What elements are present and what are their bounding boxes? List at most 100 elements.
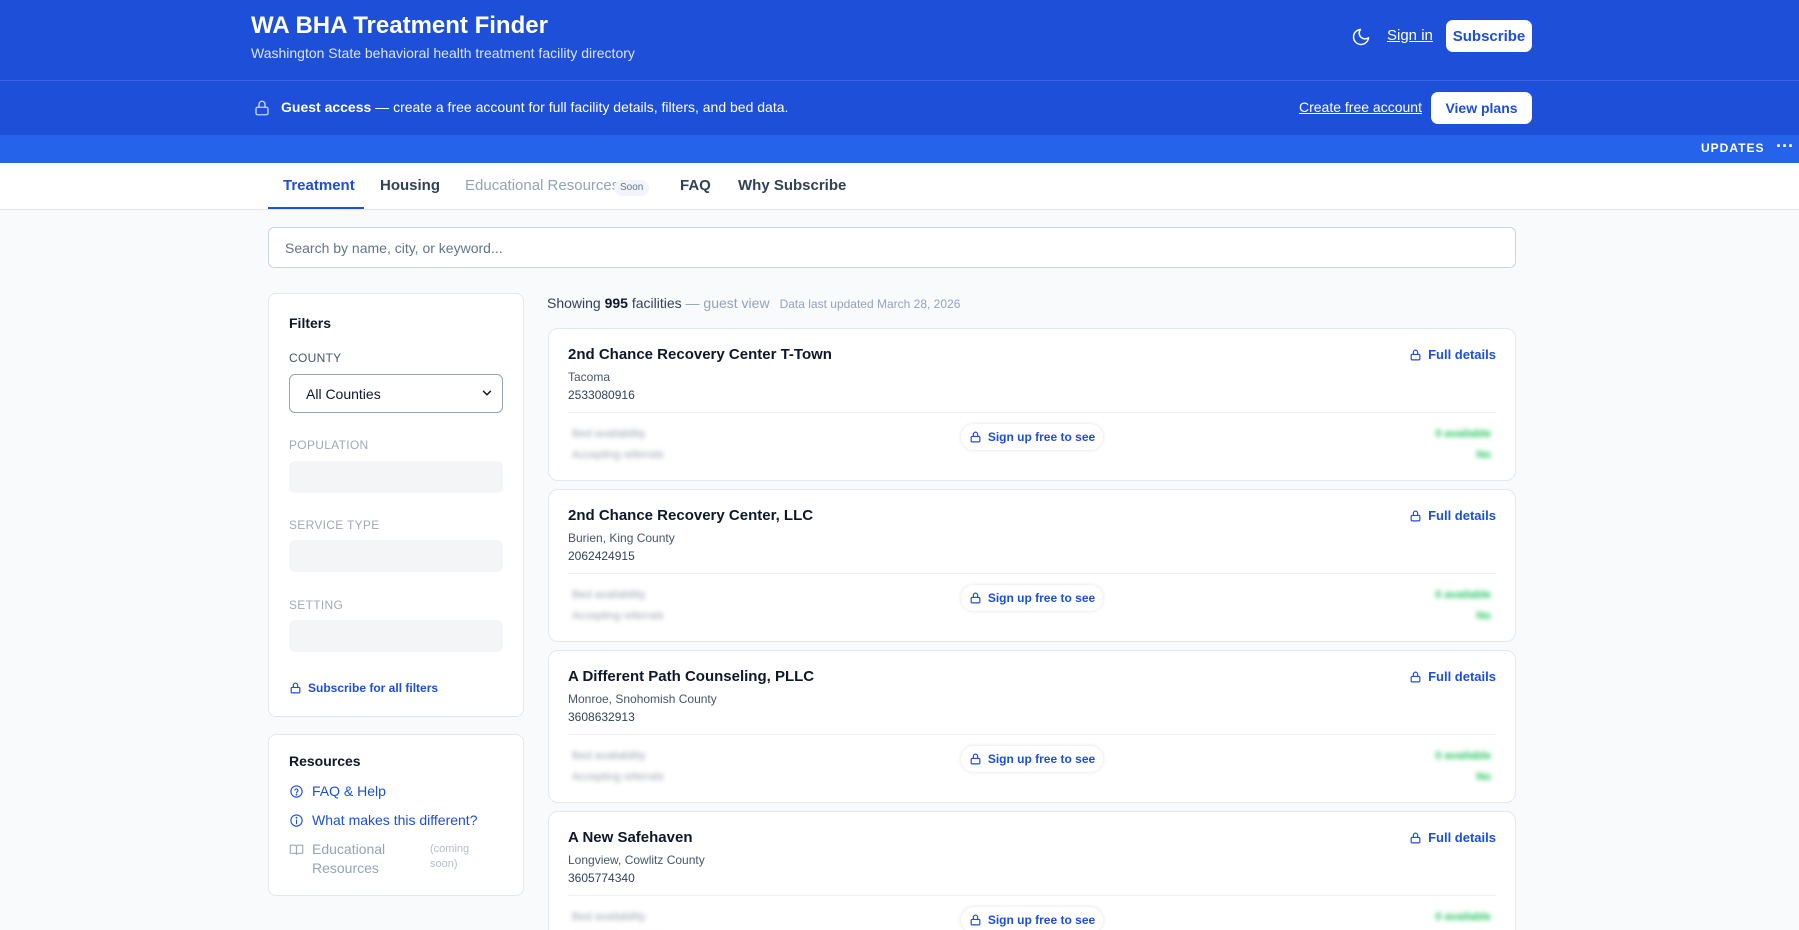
full-details-link[interactable]: Full details	[1409, 508, 1496, 523]
book-icon	[289, 842, 304, 857]
county-label: COUNTY	[289, 351, 342, 365]
full-details-link[interactable]: Full details	[1409, 669, 1496, 684]
lock-icon	[969, 430, 982, 444]
educational-resources-item: Educational Resources (coming soon)	[289, 840, 480, 878]
card-divider	[568, 895, 1496, 896]
county-select-value: All Counties	[306, 385, 381, 402]
tab-housing[interactable]: Housing	[380, 177, 440, 194]
data-updated-label: Data last updated March 28, 2026	[779, 297, 961, 311]
referrals-status-blurred: No	[1476, 771, 1491, 783]
accepting-referrals-blurred: Accepting referrals	[572, 449, 664, 461]
facility-card[interactable]: 2nd Chance Recovery Center T-Town Tacoma 2…	[548, 328, 1516, 481]
educational-resources-label: Educational Resources	[312, 841, 386, 876]
card-divider	[568, 412, 1496, 413]
resources-panel: Resources FAQ & Help What makes this dif…	[268, 734, 524, 896]
facility-card[interactable]: 2nd Chance Recovery Center, LLC Burien, K…	[548, 489, 1516, 642]
guest-access-banner: Guest access — create a free account for…	[0, 80, 1799, 135]
tab-educational-resources[interactable]: Educational Resources	[465, 177, 619, 194]
facility-name[interactable]: 2nd Chance Recovery Center T-Town	[568, 346, 832, 363]
chevron-down-icon	[480, 386, 494, 400]
sign-up-free-label: Sign up free to see	[987, 752, 1096, 766]
sign-up-free-button[interactable]: Sign up free to see	[961, 424, 1103, 450]
accepting-referrals-blurred: Accepting referrals	[572, 610, 664, 622]
available-count-blurred: 0 available	[1435, 589, 1491, 601]
facility-card[interactable]: A Different Path Counseling, PLLC Monroe,…	[548, 650, 1516, 803]
info-icon	[289, 813, 304, 828]
dark-mode-toggle-icon[interactable]	[1351, 27, 1371, 47]
more-options-icon[interactable]: ···	[1776, 136, 1794, 157]
lock-icon	[1409, 348, 1422, 362]
service-type-label: SERVICE TYPE	[289, 518, 380, 532]
tab-why-subscribe[interactable]: Why Subscribe	[738, 177, 846, 194]
facility-phone: 2062424915	[568, 549, 635, 563]
lock-icon	[969, 591, 982, 605]
full-details-label: Full details	[1428, 347, 1496, 362]
facilities-label: facilities	[627, 295, 682, 311]
filters-panel: Filters COUNTY All Counties POPULATION S…	[268, 293, 524, 717]
guest-access-text: Guest access — create a free account for…	[281, 99, 788, 115]
referrals-status-blurred: No	[1476, 449, 1491, 461]
county-select[interactable]: All Counties	[289, 374, 503, 413]
search-input[interactable]	[268, 227, 1516, 268]
bed-availability-blurred: Bed availability	[572, 428, 646, 440]
filters-title: Filters	[289, 315, 332, 331]
lock-icon	[253, 98, 271, 118]
full-details-link[interactable]: Full details	[1409, 347, 1496, 362]
showing-label: Showing	[547, 295, 605, 311]
tab-treatment[interactable]: Treatment	[283, 177, 355, 194]
app-subtitle: Washington State behavioral health treat…	[251, 45, 635, 61]
what-makes-different-label: What makes this different?	[312, 812, 478, 828]
lock-icon	[289, 681, 302, 695]
facility-name[interactable]: 2nd Chance Recovery Center, LLC	[568, 507, 813, 524]
available-count-blurred: 0 available	[1435, 911, 1491, 923]
subscribe-for-all-filters-label: Subscribe for all filters	[308, 681, 439, 695]
lock-icon	[1409, 509, 1422, 523]
subscribe-for-all-filters-link[interactable]: Subscribe for all filters	[289, 681, 438, 695]
subscribe-button[interactable]: Subscribe	[1446, 20, 1532, 52]
app-title: WA BHA Treatment Finder	[251, 12, 548, 39]
setting-label: SETTING	[289, 598, 344, 612]
service-type-filter-locked	[289, 540, 503, 572]
bed-availability-blurred: Bed availability	[572, 589, 646, 601]
sign-up-free-button[interactable]: Sign up free to see	[961, 746, 1103, 772]
population-filter-locked	[289, 461, 503, 493]
results-count: 995	[604, 295, 628, 311]
lock-icon	[1409, 670, 1422, 684]
tab-faq[interactable]: FAQ	[680, 177, 711, 194]
lock-icon	[969, 752, 982, 766]
facility-phone: 3608632913	[568, 710, 635, 724]
main-tabs: Treatment Housing Educational Resources …	[0, 163, 1799, 210]
app-header: WA BHA Treatment Finder Washington State…	[0, 0, 1799, 80]
faq-help-link[interactable]: FAQ & Help	[289, 783, 386, 799]
results-summary: Showing 995 facilities — guest view Data …	[547, 295, 960, 311]
facility-location: Monroe, Snohomish County	[568, 692, 717, 706]
sign-up-free-label: Sign up free to see	[987, 913, 1096, 927]
facility-location: Tacoma	[568, 370, 611, 384]
facility-name[interactable]: A Different Path Counseling, PLLC	[568, 668, 814, 685]
help-circle-icon	[289, 784, 304, 799]
full-details-label: Full details	[1428, 669, 1496, 684]
accepting-referrals-blurred: Accepting referrals	[572, 771, 664, 783]
full-details-link[interactable]: Full details	[1409, 830, 1496, 845]
population-label: POPULATION	[289, 438, 369, 452]
updates-strip: UPDATES ···	[0, 135, 1799, 163]
facility-phone: 3605774340	[568, 871, 635, 885]
sign-up-free-button[interactable]: Sign up free to see	[961, 907, 1103, 930]
facility-card[interactable]: A New Safehaven Longview, Cowlitz County 3…	[548, 811, 1516, 930]
sign-up-free-button[interactable]: Sign up free to see	[961, 585, 1103, 611]
guest-access-bold: Guest access	[281, 99, 372, 115]
updates-label[interactable]: UPDATES	[1701, 141, 1764, 155]
coming-soon-label: (coming soon)	[430, 843, 470, 870]
bed-availability-blurred: Bed availability	[572, 911, 646, 923]
faq-help-label: FAQ & Help	[312, 783, 386, 799]
facility-name[interactable]: A New Safehaven	[568, 829, 693, 846]
sign-in-link[interactable]: Sign in	[1387, 27, 1433, 44]
lock-icon	[1409, 831, 1422, 845]
facility-location: Burien, King County	[568, 531, 675, 545]
view-plans-button[interactable]: View plans	[1431, 92, 1532, 124]
create-free-account-link[interactable]: Create free account	[1299, 99, 1422, 115]
full-details-label: Full details	[1428, 830, 1496, 845]
what-makes-different-link[interactable]: What makes this different?	[289, 812, 477, 828]
card-divider	[568, 734, 1496, 735]
sign-up-free-label: Sign up free to see	[987, 430, 1096, 444]
